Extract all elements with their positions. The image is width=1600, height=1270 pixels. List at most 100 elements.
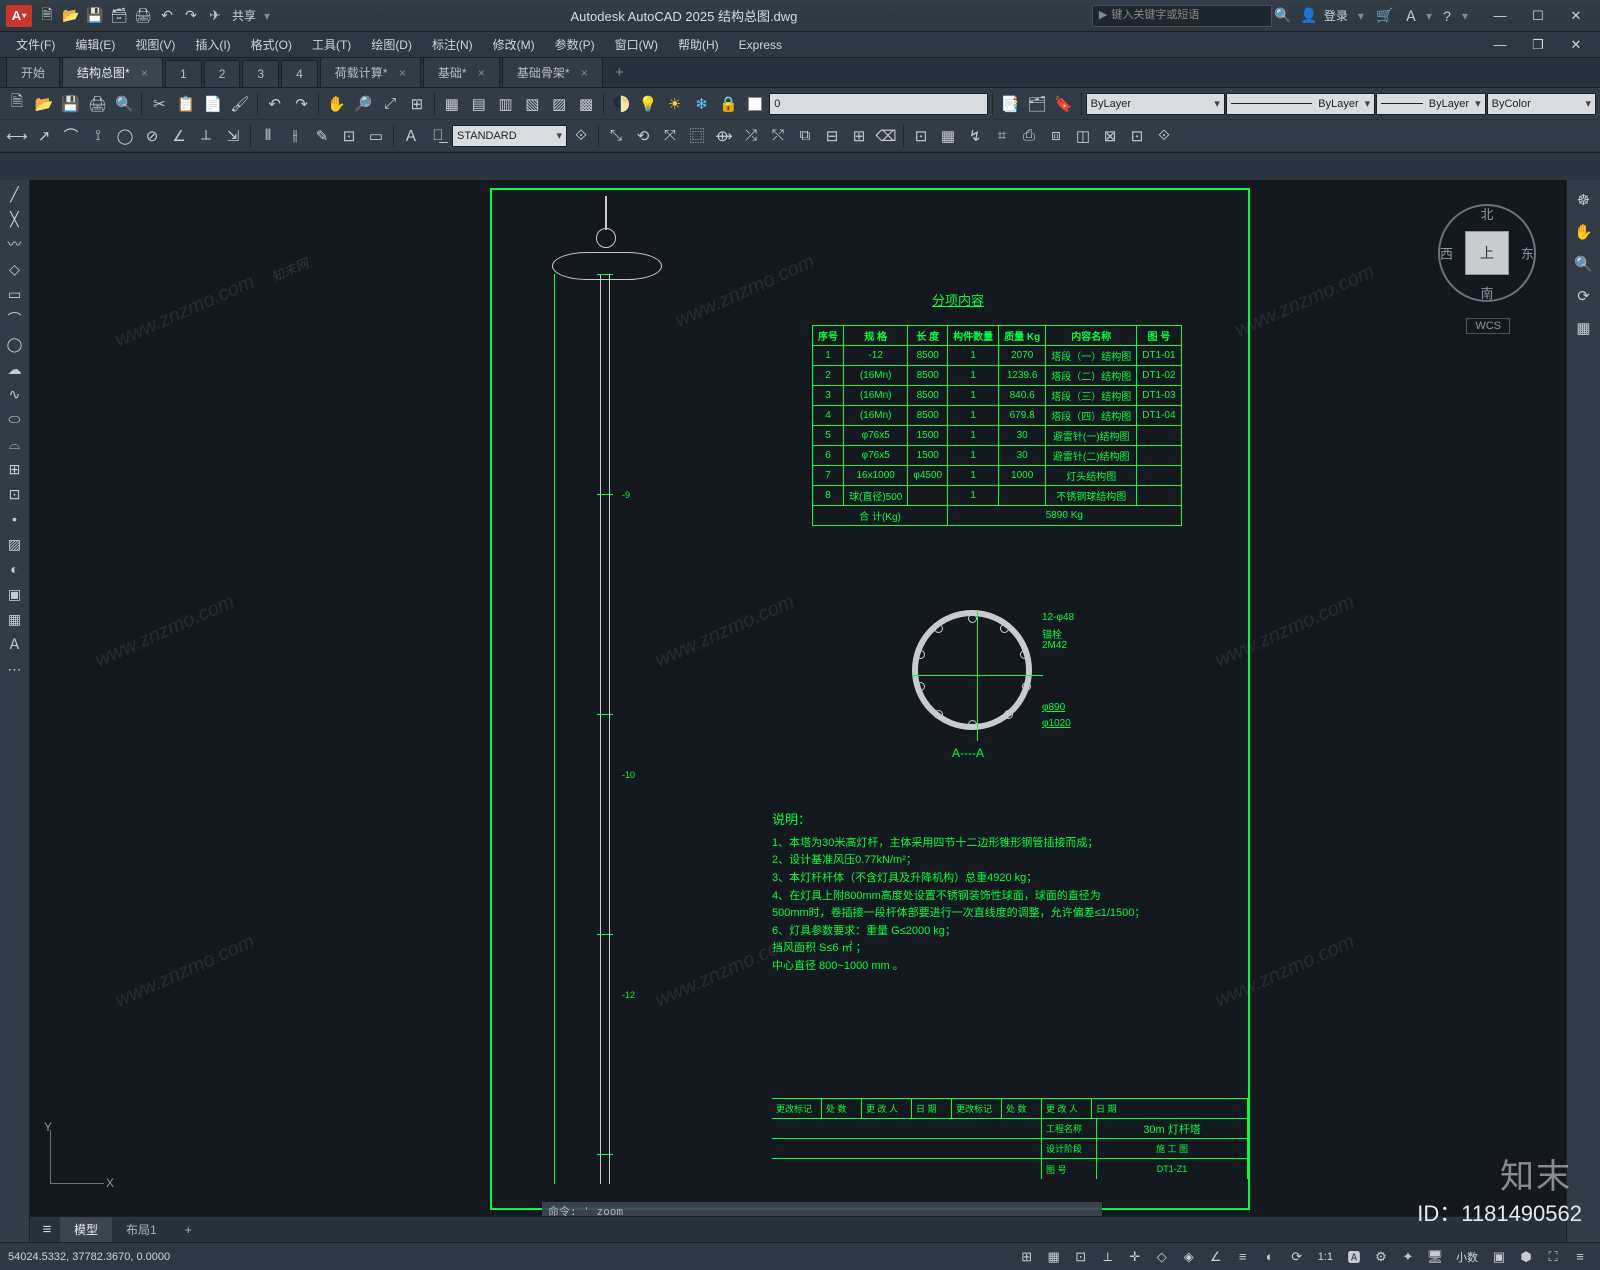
zoom-icon[interactable]: 🔍 xyxy=(1570,250,1598,278)
mtext-icon[interactable]: Ａ xyxy=(2,632,28,656)
share-plane-icon[interactable]: ✈ xyxy=(204,5,226,27)
dim-tool-icon[interactable]: ⟂ xyxy=(193,123,219,149)
modify-tool-icon[interactable]: ⤲ xyxy=(765,123,791,149)
grid-toggle[interactable]: ▦ xyxy=(1042,1246,1066,1268)
dim-diameter-icon[interactable]: ⊘ xyxy=(139,123,165,149)
plotstyle-select[interactable]: ByColor xyxy=(1487,93,1596,115)
tool-icon[interactable]: 🗎 xyxy=(4,91,30,117)
bulb-icon[interactable]: 💡 xyxy=(635,91,661,117)
insert-tool-icon[interactable]: ⊠ xyxy=(1097,123,1123,149)
close-button[interactable]: ✕ xyxy=(1558,5,1594,27)
modify-tool-icon[interactable]: ⊞ xyxy=(846,123,872,149)
save-icon[interactable]: 💾 xyxy=(84,5,106,27)
tool-icon[interactable]: 📂 xyxy=(31,91,57,117)
doc-minimize-button[interactable]: — xyxy=(1482,34,1518,56)
rectangle-icon[interactable]: ▭ xyxy=(2,282,28,306)
tab-file-6[interactable]: 荷载计算* × xyxy=(320,57,421,87)
revcloud-icon[interactable]: ☁ xyxy=(2,357,28,381)
new-icon[interactable]: 🗎 xyxy=(36,5,58,27)
point-icon[interactable]: • xyxy=(2,507,28,531)
model-tab[interactable]: 模型 xyxy=(60,1217,112,1242)
dim-linear-icon[interactable]: ⟷ xyxy=(4,123,30,149)
gear-icon[interactable]: ⚙ xyxy=(1369,1246,1393,1268)
cycling-toggle[interactable]: ⟳ xyxy=(1285,1246,1309,1268)
wcs-label[interactable]: WCS xyxy=(1466,318,1510,334)
insert-tool-icon[interactable]: ▦ xyxy=(935,123,961,149)
menu-format[interactable]: 格式(O) xyxy=(241,32,302,57)
3dosnap-toggle[interactable]: ◈ xyxy=(1177,1246,1201,1268)
share-label[interactable]: 共享 xyxy=(232,7,256,24)
layer-tool-icon[interactable]: 🔖 xyxy=(1051,91,1077,117)
add-layout-button[interactable]: + xyxy=(171,1219,206,1241)
undo-icon[interactable]: ↶ xyxy=(156,5,178,27)
dim-tool-icon[interactable]: ⫲ xyxy=(282,123,308,149)
menu-parametric[interactable]: 参数(P) xyxy=(545,32,605,57)
tool-icon[interactable]: 🔍 xyxy=(111,91,137,117)
ellipse-icon[interactable]: ⬭ xyxy=(2,407,28,431)
ortho-toggle[interactable]: ⟂ xyxy=(1096,1246,1120,1268)
tool-icon[interactable]: ▤ xyxy=(466,91,492,117)
anno-scale[interactable]: 1:1 xyxy=(1318,1251,1333,1263)
block-create-icon[interactable]: ⊡ xyxy=(2,482,28,506)
dim-tool-icon[interactable]: ⇲ xyxy=(220,123,246,149)
region-icon[interactable]: ▣ xyxy=(2,582,28,606)
tab-file-1[interactable]: 结构总图* × xyxy=(62,57,163,87)
viewcube-top-face[interactable]: 上 xyxy=(1465,231,1509,275)
tool-icon[interactable]: 🌓 xyxy=(608,91,634,117)
ucs-icon[interactable]: YX xyxy=(44,1120,114,1190)
user-icon[interactable]: 👤 xyxy=(1298,5,1320,27)
dim-tool-icon[interactable]: ✎ xyxy=(309,123,335,149)
tool-icon[interactable]: ▨ xyxy=(546,91,572,117)
layer-tool-icon[interactable]: 🗂 xyxy=(1024,91,1050,117)
menu-express[interactable]: Express xyxy=(729,34,792,56)
tool-icon[interactable]: ▧ xyxy=(519,91,545,117)
tab-file-4[interactable]: 3 xyxy=(242,60,279,87)
xline-icon[interactable]: ╳ xyxy=(2,207,28,231)
redo-icon[interactable]: ↷ xyxy=(180,5,202,27)
menu-insert[interactable]: 插入(I) xyxy=(185,32,240,57)
viewcube-north[interactable]: 北 xyxy=(1480,204,1493,223)
hatch-icon[interactable]: ▨ xyxy=(2,532,28,556)
tool-icon[interactable]: 📋 xyxy=(173,91,199,117)
gradient-icon[interactable]: ◐ xyxy=(2,557,28,581)
menu-dimension[interactable]: 标注(N) xyxy=(422,32,483,57)
insert-tool-icon[interactable]: ↯ xyxy=(962,123,988,149)
dim-tool-icon[interactable]: ▭ xyxy=(363,123,389,149)
units-readout[interactable]: 小数 xyxy=(1456,1249,1478,1265)
table-icon[interactable]: ▦ xyxy=(2,607,28,631)
polygon-icon[interactable]: ◇ xyxy=(2,257,28,281)
cart-icon[interactable]: 🛒 xyxy=(1374,5,1396,27)
drawing-canvas[interactable]: 北 南 东 西 上 WCS -9 -10 -12 分项内容 序号 xyxy=(30,180,1566,1242)
dim-angular-icon[interactable]: ∠ xyxy=(166,123,192,149)
insert-tool-icon[interactable]: ⊡ xyxy=(1124,123,1150,149)
tab-file-7[interactable]: 基础* × xyxy=(423,57,500,87)
polyline-icon[interactable]: 〰 xyxy=(2,232,28,256)
insert-tool-icon[interactable]: ⊡ xyxy=(908,123,934,149)
arc-icon[interactable]: ⌒ xyxy=(2,307,28,331)
modify-tool-icon[interactable]: ⤮ xyxy=(738,123,764,149)
tool-icon[interactable]: ✂ xyxy=(146,91,172,117)
login-label[interactable]: 登录 xyxy=(1324,7,1348,24)
clean-screen-toggle[interactable]: ⛶ xyxy=(1541,1246,1565,1268)
dim-tool-icon[interactable]: ⟐ xyxy=(568,123,594,149)
menu-modify[interactable]: 修改(M) xyxy=(483,32,545,57)
tool-icon[interactable]: ▥ xyxy=(493,91,519,117)
menu-file[interactable]: 文件(F) xyxy=(6,32,65,57)
tab-file-8[interactable]: 基础骨架* × xyxy=(502,57,603,87)
snap-toggle[interactable]: ⊡ xyxy=(1069,1246,1093,1268)
insert-tool-icon[interactable]: ⟐ xyxy=(1151,123,1177,149)
help-search-input[interactable]: ▶键入关键字或短语 xyxy=(1092,5,1272,27)
modify-tool-icon[interactable]: ⟲ xyxy=(630,123,656,149)
lineweight-select[interactable]: ByLayer xyxy=(1376,93,1485,115)
menu-edit[interactable]: 编辑(E) xyxy=(65,32,125,57)
dim-radius-icon[interactable]: ◯ xyxy=(112,123,138,149)
hardware-toggle[interactable]: ⬢ xyxy=(1514,1246,1538,1268)
open-icon[interactable]: 📂 xyxy=(60,5,82,27)
linetype-select[interactable]: ByLayer xyxy=(1226,93,1375,115)
viewcube[interactable]: 北 南 东 西 上 xyxy=(1432,198,1542,308)
app-menu-button[interactable]: A xyxy=(6,5,32,27)
dim-ordinate-icon[interactable]: ⟟ xyxy=(85,123,111,149)
lineweight-toggle[interactable]: ≡ xyxy=(1231,1246,1255,1268)
tool-icon[interactable]: 🖨 xyxy=(85,91,111,117)
block-insert-icon[interactable]: ⊞ xyxy=(2,457,28,481)
